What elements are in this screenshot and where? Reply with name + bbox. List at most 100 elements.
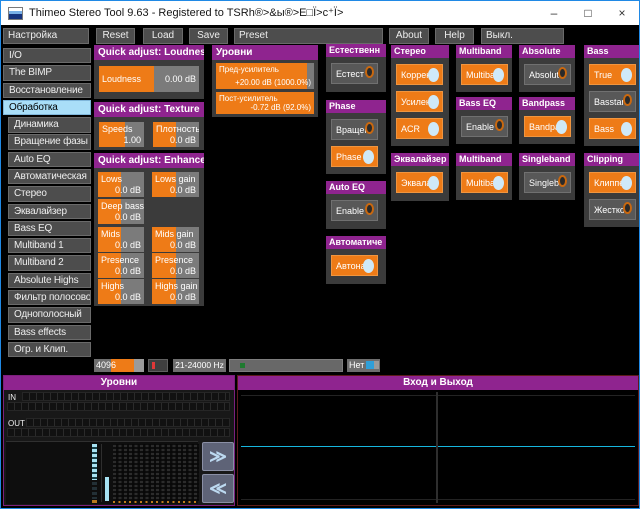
automatic-toggle[interactable]: Автона <box>331 255 378 276</box>
panel-title: Автоматиче <box>326 236 386 249</box>
about-button[interactable]: About <box>389 28 429 44</box>
reset-button[interactable]: Reset <box>96 28 135 44</box>
sidebar-item-bass-effects[interactable]: Bass effects <box>8 325 91 340</box>
bandpass-toggle[interactable]: Bandpa <box>524 116 571 137</box>
mids-gain-slider[interactable]: Mids gain 0.0 dB <box>152 227 199 252</box>
sidebar-item-bimp[interactable]: The BIMP <box>3 65 91 80</box>
app-icon <box>8 7 23 20</box>
sidebar-item-multiband1[interactable]: Multiband 1 <box>8 238 91 253</box>
sidebar-item-phase-rotation[interactable]: Вращение фазы <box>8 134 91 149</box>
highs-slider[interactable]: Highs 0.0 dB <box>98 279 144 304</box>
auto-eq-enable-toggle[interactable]: Enable <box>331 200 378 221</box>
toggle-knob-icon <box>495 119 504 131</box>
sidebar-item-multiband2[interactable]: Multiband 2 <box>8 255 91 270</box>
panel-quick-texture: Quick adjust: Texture Speeds 1.00 Плотно… <box>94 102 204 150</box>
singleband-toggle[interactable]: Singleba <box>524 172 571 193</box>
density-slider[interactable]: Плотность 0.0 dB <box>153 122 199 147</box>
mids-slider[interactable]: Mids 0.0 dB <box>98 227 144 252</box>
pre-amp-slider[interactable]: Пред-усилитель +20.00 dB (1000.0%) <box>216 63 314 89</box>
stereo-correction-toggle[interactable]: Коррек <box>396 64 443 85</box>
true-bass-toggle[interactable]: True <box>589 64 636 85</box>
network-toggle[interactable]: Нет <box>347 359 380 372</box>
panel-title: Singleband <box>519 153 575 166</box>
nav-settings-button[interactable]: Настройка <box>3 28 89 44</box>
panel-clipping: Clipping Клиппе Жестко <box>584 153 639 227</box>
panel-title: Phase <box>326 100 386 113</box>
sidebar-item-io[interactable]: I/O <box>3 48 91 63</box>
multiband-toggle[interactable]: Multiban <box>461 64 508 85</box>
spectrum-active-bar <box>92 444 97 480</box>
panel-title: Multiband <box>456 153 512 166</box>
sidebar-item-bass-eq[interactable]: Bass EQ <box>8 221 91 236</box>
natural-toggle[interactable]: Естест <box>331 63 378 84</box>
levels-meter-panel: Уровни IN OUT ≫ ≪ <box>3 375 235 506</box>
stereo-boost-toggle[interactable]: Усилен <box>396 91 443 112</box>
panel-title: Absolute <box>519 45 575 58</box>
toggle-knob-icon <box>365 203 374 215</box>
buffer-size-slider[interactable]: 4096 <box>94 359 144 372</box>
spectrum-level-bar <box>105 477 109 501</box>
slider-value: 0.0 dB <box>115 266 141 276</box>
equalizer-toggle[interactable]: Эквала <box>396 172 443 193</box>
multiband2-toggle[interactable]: Multiban <box>461 172 508 193</box>
minimize-button[interactable]: – <box>537 1 571 25</box>
clipper-toggle[interactable]: Клиппе <box>589 172 636 193</box>
io-scope-body <box>238 390 638 505</box>
slider-value: 0.0 dB <box>170 240 196 250</box>
sidebar-item-bandpass-filter[interactable]: Фильтр полосовой <box>8 290 91 305</box>
highs-gain-slider[interactable]: Highs gain 0.0 dB <box>152 279 199 304</box>
phase-rotation-toggle[interactable]: Вращен <box>331 119 378 140</box>
acr-toggle[interactable]: ACR <box>396 118 443 139</box>
expand-meters-button[interactable]: ≫ <box>202 442 234 471</box>
speeds-slider[interactable]: Speeds 1.00 <box>99 122 144 147</box>
hard-clip-toggle[interactable]: Жестко <box>589 199 636 220</box>
help-button[interactable]: Help <box>435 28 474 44</box>
sidebar-item-dynamics[interactable]: Динамика <box>8 117 91 132</box>
sidebar-item-absolute-highs[interactable]: Absolute Highs <box>8 273 91 288</box>
load-button[interactable]: Load <box>143 28 183 44</box>
panel-stereo: Стерео Коррек Усилен ACR <box>391 45 449 146</box>
panel-quick-enhance: Quick adjust: Enhance Lows 0.0 dB Lows g… <box>94 153 204 306</box>
bass-toggle[interactable]: Bass <box>589 118 636 139</box>
slider-value: 0.0 dB <box>115 292 141 302</box>
sidebar-item-automatic[interactable]: Автоматическая <box>8 169 91 184</box>
maximize-button[interactable]: □ <box>571 1 605 25</box>
sidebar-item-singleband[interactable]: Однополосный <box>8 307 91 322</box>
post-amp-slider[interactable]: Пост-усилитель -0.72 dB (92.0%) <box>216 92 314 114</box>
sidebar-item-auto-eq[interactable]: Auto EQ <box>8 152 91 167</box>
basstar-toggle[interactable]: Basstar <box>589 91 636 112</box>
in-meter-right <box>7 402 230 411</box>
sidebar-item-equalizer[interactable]: Эквалайзер <box>8 204 91 219</box>
save-button[interactable]: Save <box>189 28 228 44</box>
panel-title: Стерео <box>391 45 449 58</box>
toggle-knob-icon <box>493 68 504 82</box>
panel-absolute: Absolute Absolut <box>519 45 575 92</box>
slider-value: +20.00 dB (1000.0%) <box>235 78 311 87</box>
absolute-toggle[interactable]: Absolut <box>524 64 571 85</box>
toggle-label: Singleba <box>529 178 559 188</box>
toggle-knob-icon <box>493 176 504 190</box>
network-toggle-track <box>374 361 379 369</box>
panel-singleband: Singleband Singleba <box>519 153 575 200</box>
levels-meter-body: IN OUT ≫ ≪ <box>4 390 234 505</box>
close-button[interactable]: × <box>605 1 639 25</box>
lows-gain-slider[interactable]: Lows gain 0.0 dB <box>152 172 199 197</box>
phase-toggle[interactable]: Phase <box>331 146 378 167</box>
sidebar-item-restore[interactable]: Восстановление <box>3 83 91 98</box>
slider-label: Presence <box>155 255 193 265</box>
loudness-slider[interactable]: Loudness 0.00 dB <box>99 66 199 92</box>
bass-eq-enable-toggle[interactable]: Enable <box>461 116 508 137</box>
presence-gain-slider[interactable]: Presence 0.0 dB <box>152 253 199 278</box>
deep-bass-slider[interactable]: Deep bass 0.0 dB <box>98 199 144 224</box>
lows-slider[interactable]: Lows 0.0 dB <box>98 172 144 197</box>
off-button[interactable]: Выкл. <box>481 28 564 44</box>
spectrum-band-columns <box>113 444 199 501</box>
sidebar-item-limit-clip[interactable]: Огр. и Клип. <box>8 342 91 357</box>
sidebar-item-processing[interactable]: Обработка <box>3 100 91 115</box>
collapse-meters-button[interactable]: ≪ <box>202 474 234 503</box>
panel-title: Уровни <box>212 45 318 60</box>
preset-button[interactable]: Preset <box>234 28 383 44</box>
sidebar-item-stereo[interactable]: Стерео <box>8 186 91 201</box>
presence-slider[interactable]: Presence 0.0 dB <box>98 253 144 278</box>
toggle-knob-icon <box>365 122 374 134</box>
